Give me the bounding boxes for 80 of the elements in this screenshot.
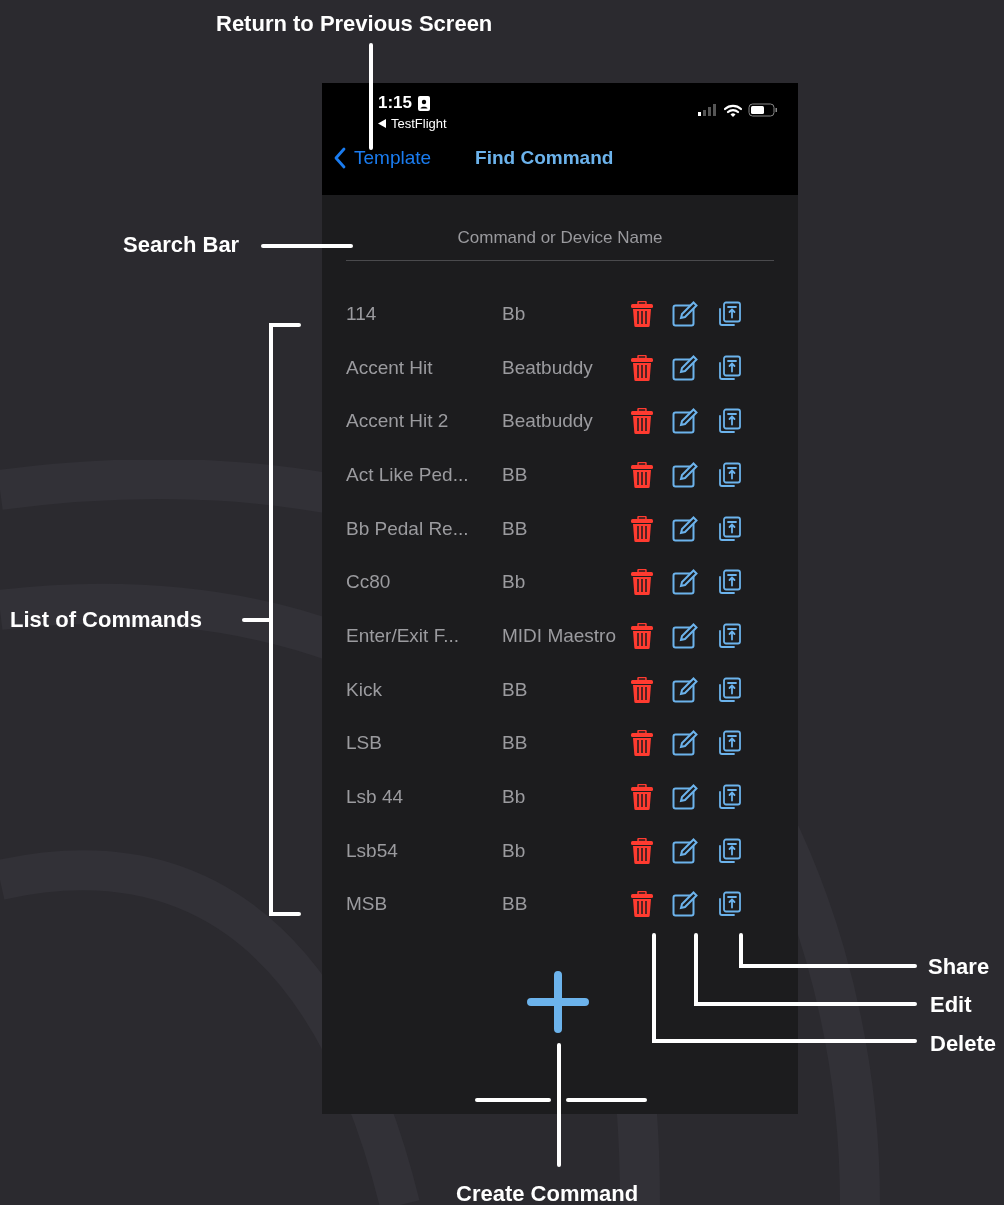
device-name: Beatbuddy: [502, 410, 594, 433]
device-name: BB: [502, 678, 529, 701]
delete-icon[interactable]: [630, 408, 656, 435]
share-icon[interactable]: [716, 461, 742, 488]
share-icon[interactable]: [716, 676, 742, 703]
share-icon[interactable]: [716, 515, 742, 542]
annotation-label: Search Bar: [123, 234, 240, 256]
edit-icon[interactable]: [672, 891, 698, 918]
share-icon[interactable]: [716, 891, 742, 918]
command-name: Enter/Exit F...: [346, 624, 460, 647]
delete-icon[interactable]: [630, 569, 656, 596]
device-name: Bb: [502, 302, 527, 325]
annotation-label: Return to Previous Screen: [216, 13, 493, 35]
delete-icon[interactable]: [630, 676, 656, 703]
device-name: Bb: [502, 786, 527, 809]
back-to-app-link[interactable]: TestFlight: [378, 116, 447, 131]
back-triangle-icon: [378, 119, 386, 128]
annotation-label: Create Command: [456, 1183, 639, 1205]
annotation-label: Edit: [930, 994, 972, 1016]
chevron-left-icon: [334, 147, 346, 169]
edit-icon[interactable]: [672, 622, 698, 649]
command-name: Accent Hit 2: [346, 410, 450, 433]
share-icon[interactable]: [716, 837, 742, 864]
device-name: Bb: [502, 571, 527, 594]
back-button[interactable]: Template: [334, 147, 432, 169]
device-name: BB: [502, 893, 529, 916]
edit-icon[interactable]: [672, 515, 698, 542]
command-name: Kick: [346, 678, 383, 701]
edit-icon[interactable]: [672, 461, 698, 488]
device-name: Bb: [502, 839, 527, 862]
share-icon[interactable]: [716, 300, 742, 327]
delete-icon[interactable]: [630, 622, 656, 649]
signal-icon: [698, 104, 718, 116]
battery-icon: [748, 103, 778, 117]
edit-icon[interactable]: [672, 354, 698, 381]
command-name: Cc80: [346, 571, 392, 594]
command-name: Lsb 44: [346, 786, 405, 809]
share-icon[interactable]: [716, 408, 742, 435]
command-name: Bb Pedal Re...: [346, 517, 470, 540]
command-name: Act Like Ped...: [346, 463, 470, 486]
device-name: Beatbuddy: [502, 356, 594, 379]
edit-icon[interactable]: [672, 784, 698, 811]
device-name: BB: [502, 732, 529, 755]
share-icon[interactable]: [716, 354, 742, 381]
share-icon[interactable]: [716, 622, 742, 649]
annotation-label: Share: [928, 956, 990, 978]
command-name: LSB: [346, 732, 383, 755]
edit-icon[interactable]: [672, 569, 698, 596]
command-name: 114: [346, 302, 378, 325]
command-name: Accent Hit: [346, 356, 434, 379]
search-field[interactable]: Command or Device Name: [346, 222, 774, 261]
wifi-icon: [724, 103, 742, 117]
annotation-label: List of Commands: [10, 609, 202, 631]
screen-title: Find Command: [475, 147, 614, 169]
device-name: BB: [502, 463, 529, 486]
delete-icon[interactable]: [630, 730, 656, 757]
delete-icon[interactable]: [630, 784, 656, 811]
leader-line: [242, 618, 272, 622]
delete-icon[interactable]: [630, 837, 656, 864]
command-name: Lsb54: [346, 839, 399, 862]
edit-icon[interactable]: [672, 300, 698, 327]
delete-icon[interactable]: [630, 300, 656, 327]
add-icon[interactable]: [527, 971, 589, 1034]
command-name: MSB: [346, 893, 389, 916]
delete-icon[interactable]: [630, 515, 656, 542]
person-badge-icon: [418, 95, 431, 111]
delete-icon[interactable]: [630, 354, 656, 381]
status-time: 1:15: [378, 93, 431, 113]
delete-icon[interactable]: [630, 461, 656, 488]
edit-icon[interactable]: [672, 408, 698, 435]
edit-icon[interactable]: [672, 730, 698, 757]
edit-icon[interactable]: [672, 676, 698, 703]
edit-icon[interactable]: [672, 837, 698, 864]
device-name: MIDI Maestro: [502, 624, 618, 647]
annotation-label: Delete: [930, 1033, 997, 1055]
share-icon[interactable]: [716, 784, 742, 811]
share-icon[interactable]: [716, 569, 742, 596]
delete-icon[interactable]: [630, 891, 656, 918]
share-icon[interactable]: [716, 730, 742, 757]
device-name: BB: [502, 517, 529, 540]
